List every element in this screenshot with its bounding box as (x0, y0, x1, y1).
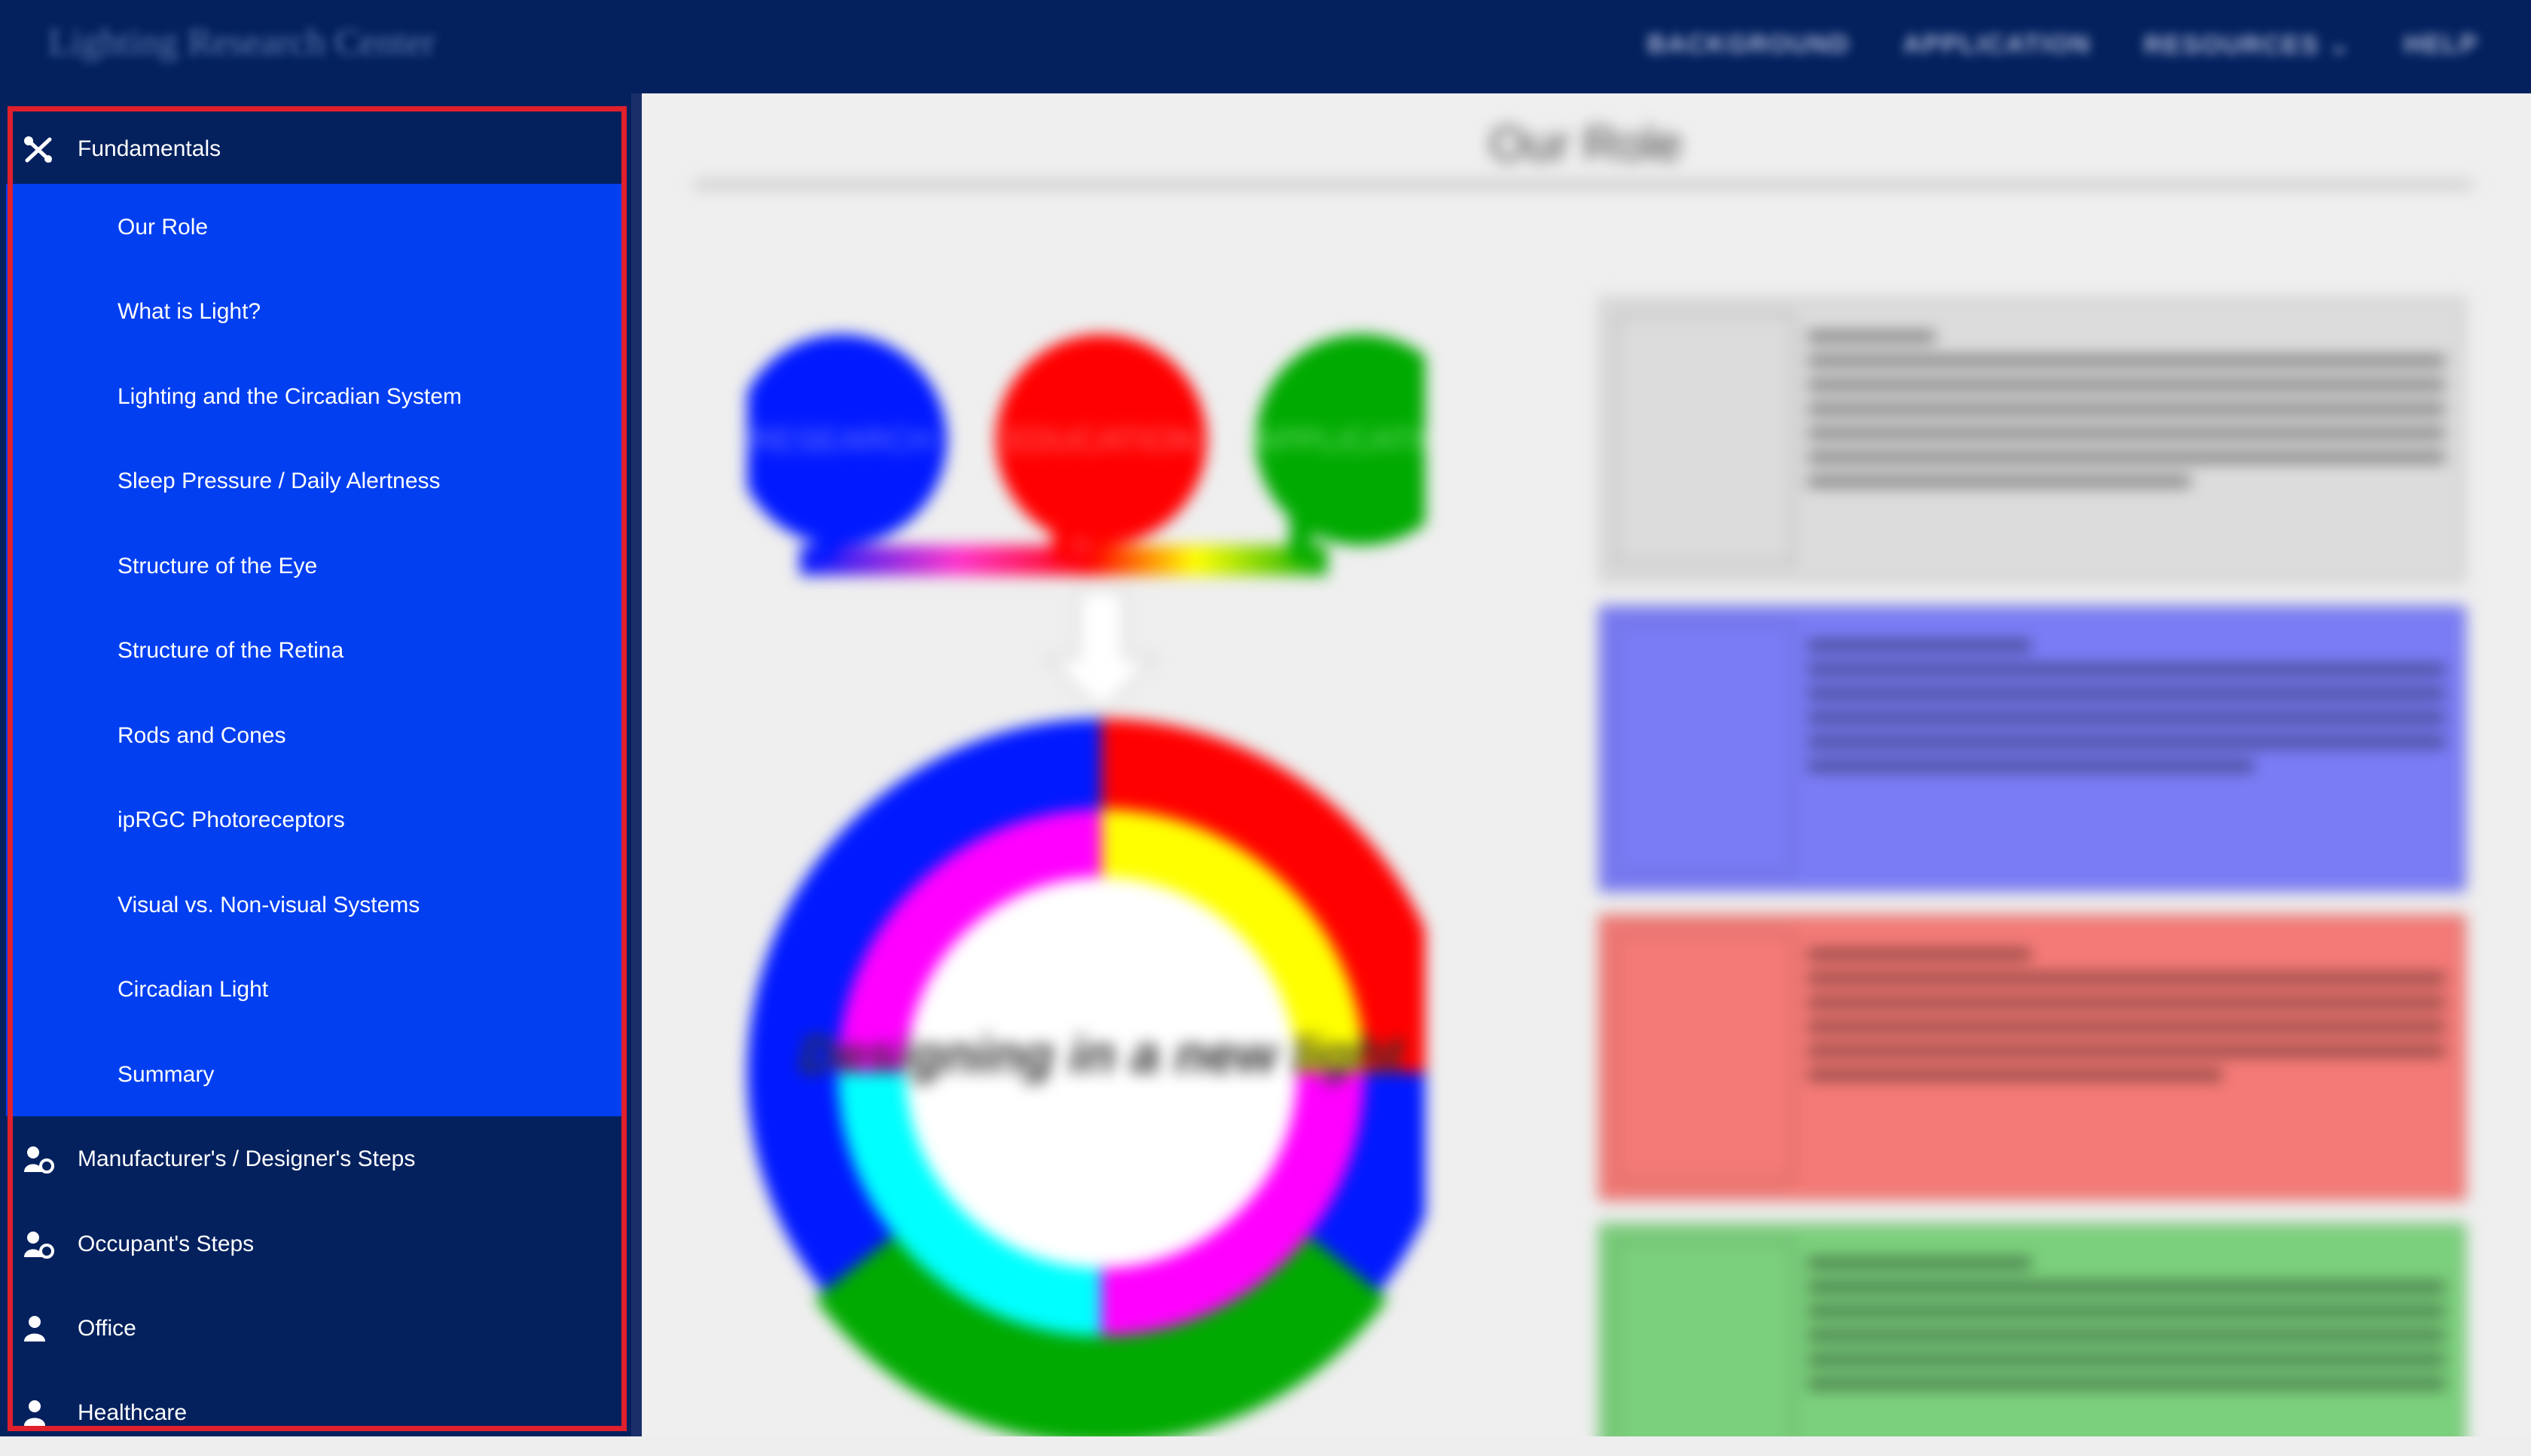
user-icon (23, 1314, 54, 1345)
sidebar-section-label: Fundamentals (78, 136, 221, 161)
sidebar-divider (631, 93, 642, 1436)
submenu-item-label: ipRGC Photoreceptors (118, 807, 345, 832)
sidebar-section-label: Manufacturer's / Designer's Steps (78, 1146, 416, 1171)
top-nav: BACKGROUND APPLICATION RESOURCES ⌄ HELP (1647, 30, 2478, 60)
user-icon (23, 1399, 54, 1429)
nav-application[interactable]: APPLICATION (1903, 30, 2091, 60)
circle-label: EDUCATION (1005, 422, 1198, 459)
page-title: Our Role (1489, 117, 1683, 171)
submenu-item-what-is-light[interactable]: What is Light? (6, 270, 622, 355)
submenu-item-rods-cones[interactable]: Rods and Cones (6, 694, 622, 779)
submenu-item-visual-nonvisual[interactable]: Visual vs. Non-visual Systems (6, 864, 622, 948)
ring-center-text: Designing in a new light (799, 1025, 1405, 1084)
card-education (1598, 914, 2466, 1201)
circle-label: RESEARCH (750, 422, 934, 459)
submenu-item-circadian-system[interactable]: Lighting and the Circadian System (6, 356, 622, 440)
role-diagram: RESEARCH EDUCATION APPLICATION Designing… (747, 334, 1425, 1436)
submenu-item-label: Sleep Pressure / Daily Alertness (118, 469, 441, 493)
main-content: Our Role RESEARCH EDUCATION APPLICATI De… (642, 93, 2531, 1436)
sidebar-section-label: Healthcare (78, 1400, 188, 1425)
card-application (1598, 1223, 2466, 1436)
top-navbar: Lighting Research Center BACKGROUND APPL… (0, 0, 2531, 93)
sidebar-section-label: Office (78, 1316, 136, 1341)
submenu-item-our-role[interactable]: Our Role (6, 186, 622, 270)
submenu-item-label: What is Light? (118, 299, 261, 324)
submenu-item-label: Structure of the Eye (118, 554, 318, 578)
user-settings-icon (23, 1145, 54, 1175)
submenu-item-circadian-light[interactable]: Circadian Light (6, 948, 622, 1033)
sidebar-section-label: Occupant's Steps (78, 1232, 255, 1256)
sidebar-section-office[interactable]: Office (0, 1287, 622, 1372)
circle-label: APPLICATION (1253, 422, 1425, 459)
submenu-item-label: Circadian Light (118, 977, 269, 1002)
submenu-item-summary[interactable]: Summary (6, 1033, 622, 1118)
submenu-item-iprgc[interactable]: ipRGC Photoreceptors (6, 779, 622, 863)
submenu-item-structure-retina[interactable]: Structure of the Retina (6, 609, 622, 694)
submenu-item-label: Summary (118, 1062, 215, 1087)
card-research (1598, 606, 2466, 892)
sidebar-section-occupant[interactable]: Occupant's Steps (0, 1203, 622, 1287)
nav-help[interactable]: HELP (2404, 30, 2478, 60)
sidebar-section-manufacturer[interactable]: Manufacturer's / Designer's Steps (0, 1118, 622, 1202)
submenu-item-label: Lighting and the Circadian System (118, 384, 462, 409)
submenu-item-label: Structure of the Retina (118, 638, 344, 663)
submenu-item-label: Rods and Cones (118, 723, 286, 748)
tools-icon (23, 135, 54, 165)
nav-resources[interactable]: RESOURCES ⌄ (2144, 30, 2351, 60)
submenu-item-structure-eye[interactable]: Structure of the Eye (6, 525, 622, 609)
user-settings-icon (23, 1230, 54, 1260)
sidebar-section-fundamentals[interactable]: Fundamentals (0, 108, 622, 192)
submenu-item-label: Our Role (118, 215, 209, 240)
submenu-item-sleep-pressure[interactable]: Sleep Pressure / Daily Alertness (6, 440, 622, 524)
nav-background[interactable]: BACKGROUND (1647, 30, 1850, 60)
sidebar-section-healthcare[interactable]: Healthcare (0, 1372, 622, 1456)
site-brand[interactable]: Lighting Research Center (48, 20, 435, 63)
title-rule (695, 182, 2472, 188)
card-our-role (1598, 297, 2466, 583)
submenu-item-label: Visual vs. Non-visual Systems (118, 893, 420, 917)
